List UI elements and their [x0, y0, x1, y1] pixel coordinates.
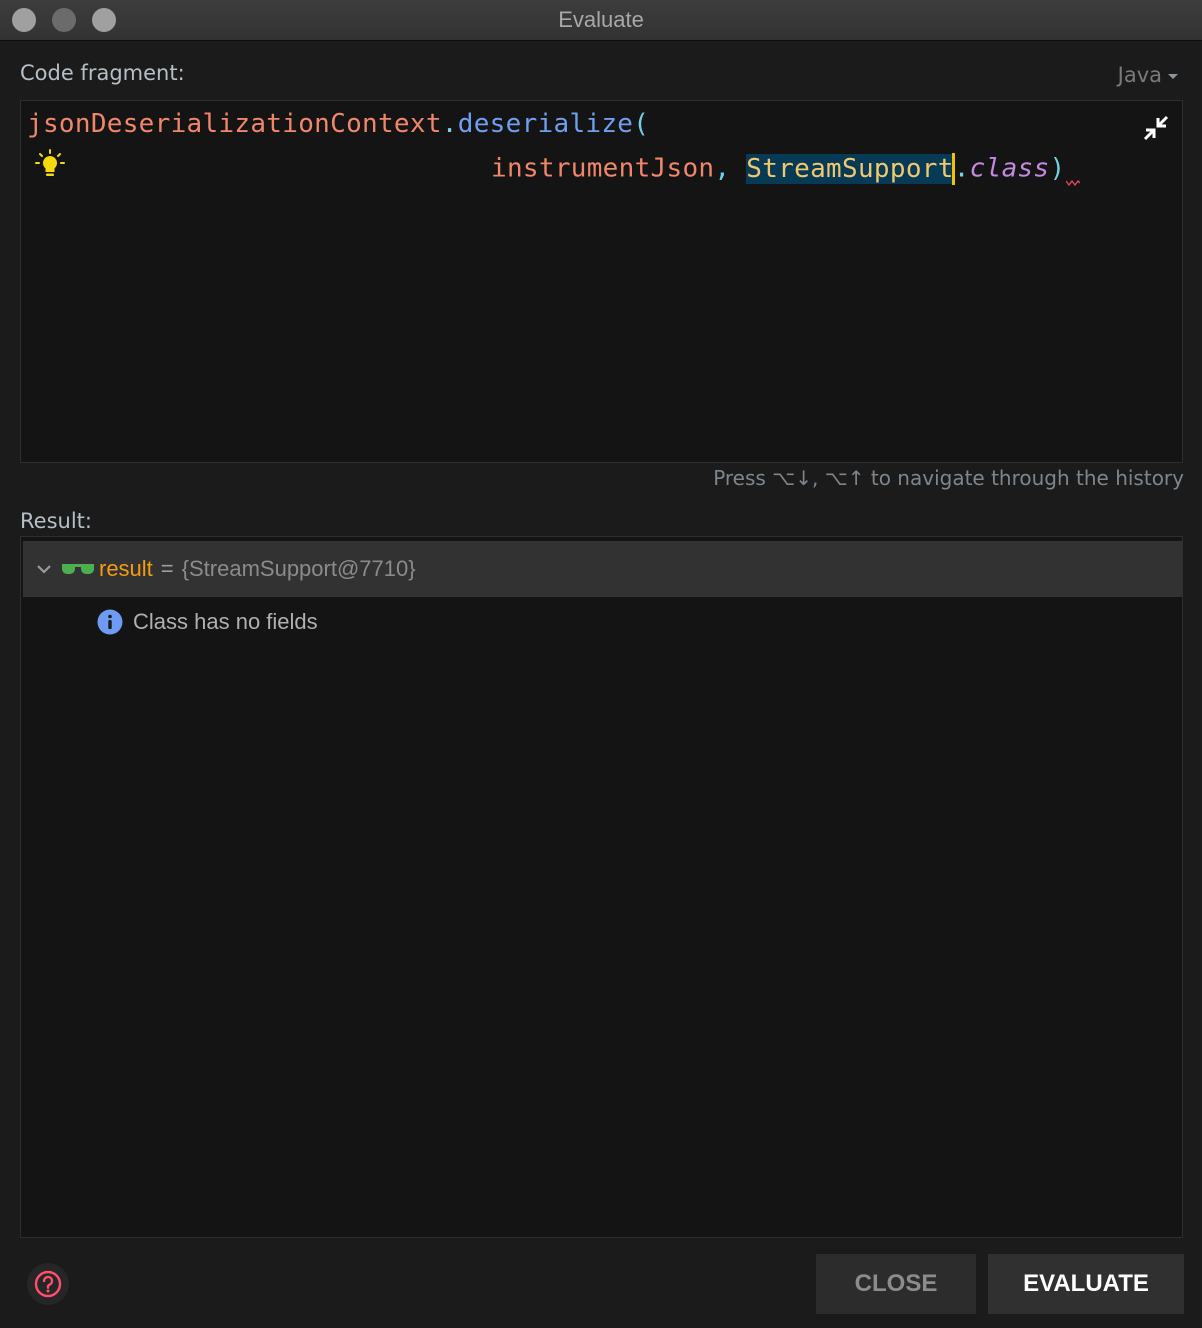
- code-editor[interactable]: jsonDeserializationContext.deserialize( …: [20, 100, 1183, 463]
- caret-down-icon: [1168, 73, 1178, 79]
- watch-glasses-icon: [62, 564, 94, 574]
- title-bar: Evaluate: [0, 0, 1202, 41]
- code-line-1: jsonDeserializationContext.deserialize(: [27, 109, 649, 139]
- code-class-name-selected: StreamSupport: [746, 153, 954, 184]
- code-line-2: instrumentJson, StreamSupport.class): [491, 153, 1065, 185]
- language-selector[interactable]: Java: [1118, 63, 1178, 87]
- result-variable-name: result: [99, 556, 153, 581]
- code-keyword: class: [969, 153, 1050, 184]
- window-title: Evaluate: [558, 7, 644, 32]
- result-row[interactable]: result = {StreamSupport@7710}: [23, 541, 1182, 597]
- result-label: Result:: [20, 509, 92, 533]
- chevron-down-icon[interactable]: [33, 558, 55, 580]
- evaluate-button[interactable]: EVALUATE: [988, 1254, 1184, 1314]
- history-hint: Press ⌥↓, ⌥↑ to navigate through the his…: [713, 466, 1184, 490]
- code-dot-2: .: [953, 153, 970, 184]
- help-button[interactable]: [27, 1263, 69, 1305]
- code-receiver: jsonDeserializationContext: [27, 109, 442, 139]
- info-icon: [97, 609, 123, 635]
- result-equals: =: [160, 556, 174, 581]
- lightbulb-icon[interactable]: [34, 148, 66, 180]
- code-open-paren: (: [633, 109, 650, 139]
- result-child-row: Class has no fields: [97, 609, 318, 635]
- code-comma: ,: [714, 153, 747, 184]
- code-arg: instrumentJson: [491, 153, 715, 184]
- code-dot: .: [441, 109, 458, 139]
- code-method: deserialize: [457, 109, 634, 139]
- close-button[interactable]: CLOSE: [816, 1254, 976, 1314]
- language-selector-value: Java: [1117, 63, 1162, 87]
- no-fields-message: Class has no fields: [133, 609, 318, 634]
- result-tree: result = {StreamSupport@7710} Class has …: [20, 536, 1183, 1238]
- error-squiggle: [1066, 180, 1080, 186]
- collapse-icon[interactable]: [1142, 114, 1170, 142]
- result-value: {StreamSupport@7710}: [181, 556, 416, 581]
- code-close-paren: ): [1049, 153, 1066, 184]
- code-fragment-label: Code fragment:: [20, 61, 185, 85]
- help-icon: [34, 1270, 62, 1298]
